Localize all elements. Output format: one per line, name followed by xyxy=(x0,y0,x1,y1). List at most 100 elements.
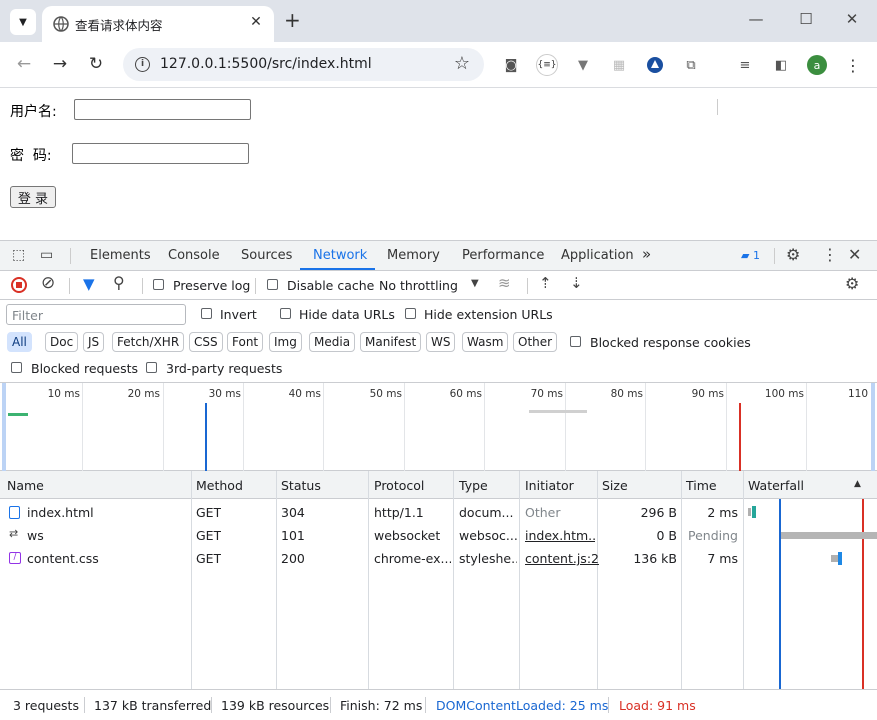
invert-checkbox[interactable] xyxy=(201,308,212,319)
chip-media[interactable]: Media xyxy=(309,332,356,352)
chip-other[interactable]: Other xyxy=(513,332,558,352)
finish-time: Finish: 72 ms xyxy=(340,698,423,713)
divider xyxy=(70,248,71,264)
password-input[interactable] xyxy=(72,143,249,164)
chip-all[interactable]: All xyxy=(7,332,32,352)
minimize-icon[interactable]: — xyxy=(744,10,768,28)
settings-gear-icon[interactable]: ⚙ xyxy=(786,245,800,264)
tab-sources[interactable]: Sources xyxy=(241,248,292,263)
network-settings-gear-icon[interactable]: ⚙ xyxy=(845,274,859,293)
bookmark-star-icon[interactable]: ☆ xyxy=(454,53,470,74)
column-method[interactable]: Method xyxy=(196,478,243,493)
json-extension-icon[interactable]: {≡} xyxy=(536,54,558,76)
chip-font[interactable]: Font xyxy=(227,332,264,352)
chip-wasm[interactable]: Wasm xyxy=(462,332,509,352)
filter-funnel-icon[interactable]: ▼ xyxy=(83,275,95,293)
overview-request-bar xyxy=(8,413,28,416)
document-icon xyxy=(9,506,20,519)
throttling-select[interactable]: No throttling xyxy=(379,278,458,293)
toolbar-divider xyxy=(717,99,718,115)
column-name[interactable]: Name xyxy=(7,478,44,493)
search-icon[interactable]: ⚲ xyxy=(113,273,125,292)
menu-kebab-icon[interactable]: ⋮ xyxy=(844,56,862,75)
blocked-requests-checkbox[interactable] xyxy=(11,362,22,373)
dom-content-loaded-marker xyxy=(205,403,207,471)
dropdown-arrow-icon[interactable]: ▼ xyxy=(471,278,479,289)
media-queue-icon[interactable]: ≡ xyxy=(736,56,754,74)
network-overview-timeline[interactable]: 10 ms 20 ms 30 ms 40 ms 50 ms 60 ms 70 m… xyxy=(0,383,877,471)
column-size[interactable]: Size xyxy=(602,478,628,493)
tab-network[interactable]: Network xyxy=(313,248,367,263)
reload-button[interactable]: ↻ xyxy=(85,54,107,74)
chip-doc[interactable]: Doc xyxy=(45,332,79,352)
tab-elements[interactable]: Elements xyxy=(90,248,151,263)
websocket-icon: ⇄ xyxy=(9,527,19,540)
camera-icon[interactable]: ◙ xyxy=(502,56,520,74)
column-protocol[interactable]: Protocol xyxy=(374,478,424,493)
inspect-element-icon[interactable]: ⬚ xyxy=(12,247,25,263)
overview-left-handle[interactable] xyxy=(2,383,6,471)
chip-manifest[interactable]: Manifest xyxy=(360,332,422,352)
table-row[interactable]: index.html GET 304 http/1.1 docum... Oth… xyxy=(0,501,877,524)
devtools-menu-icon[interactable]: ⋮ xyxy=(822,245,838,264)
column-type[interactable]: Type xyxy=(459,478,488,493)
issues-badge[interactable]: ▰ 1 xyxy=(741,249,760,262)
request-initiator-link[interactable]: content.js:2 xyxy=(525,551,599,566)
import-har-icon[interactable]: ⇡ xyxy=(539,274,552,292)
divider xyxy=(330,697,331,713)
tab-memory[interactable]: Memory xyxy=(387,248,440,263)
tab-application[interactable]: Application xyxy=(561,248,634,263)
wifi-conditions-icon[interactable]: ≋ xyxy=(498,274,511,292)
maximize-icon[interactable]: ☐ xyxy=(794,10,818,28)
request-initiator-link[interactable]: index.htm... xyxy=(525,528,595,543)
tab-console[interactable]: Console xyxy=(168,248,220,263)
column-status[interactable]: Status xyxy=(281,478,321,493)
extensions-puzzle-icon[interactable]: ⧉ xyxy=(682,56,700,74)
info-icon[interactable]: i xyxy=(135,57,150,72)
browser-tab[interactable]: 查看请求体内容 ✕ xyxy=(42,6,274,42)
export-har-icon[interactable]: ⇣ xyxy=(570,274,583,292)
chip-fetch-xhr[interactable]: Fetch/XHR xyxy=(112,332,185,352)
login-button[interactable]: 登 录 xyxy=(10,186,56,208)
blocked-response-cookies-checkbox[interactable] xyxy=(570,336,581,347)
third-party-checkbox[interactable] xyxy=(146,362,157,373)
column-time[interactable]: Time xyxy=(686,478,717,493)
column-waterfall[interactable]: Waterfall xyxy=(748,478,804,493)
more-tabs-icon[interactable]: » xyxy=(642,245,651,263)
tab-search-button[interactable]: ▼ xyxy=(10,9,36,35)
tab-performance[interactable]: Performance xyxy=(462,248,544,263)
forward-button[interactable]: → xyxy=(49,54,71,74)
close-window-icon[interactable]: ✕ xyxy=(840,10,864,28)
record-stop-icon[interactable] xyxy=(11,277,27,293)
username-input[interactable] xyxy=(74,99,251,120)
tick-line xyxy=(806,383,807,471)
address-bar[interactable]: i 127.0.0.1:5500/src/index.html ☆ xyxy=(123,48,484,81)
overview-right-handle[interactable] xyxy=(871,383,875,471)
vue-devtools-icon[interactable]: ▼ xyxy=(574,56,592,74)
close-devtools-icon[interactable]: ✕ xyxy=(848,245,861,264)
tick-line xyxy=(565,383,566,471)
hide-extension-urls-checkbox[interactable] xyxy=(405,308,416,319)
column-initiator[interactable]: Initiator xyxy=(525,478,574,493)
triangle-extension-icon[interactable] xyxy=(646,56,664,74)
tick-label: 110 xyxy=(847,388,868,400)
new-tab-button[interactable]: + xyxy=(284,10,301,30)
table-row[interactable]: ∕ content.css GET 200 chrome-ex... style… xyxy=(0,547,877,570)
disable-cache-checkbox[interactable] xyxy=(267,279,278,290)
clear-icon[interactable]: ⊘ xyxy=(41,273,55,293)
chip-css[interactable]: CSS xyxy=(189,332,223,352)
sort-ascending-icon[interactable]: ▲ xyxy=(854,479,861,489)
chip-js[interactable]: JS xyxy=(83,332,105,352)
chip-ws[interactable]: WS xyxy=(426,332,456,352)
device-toolbar-icon[interactable]: ▭ xyxy=(40,247,53,263)
table-row[interactable]: ⇄ ws GET 101 websocket websoc... index.h… xyxy=(0,524,877,547)
close-tab-icon[interactable]: ✕ xyxy=(246,12,266,32)
chip-img[interactable]: Img xyxy=(269,332,302,352)
preserve-log-checkbox[interactable] xyxy=(153,279,164,290)
side-panel-icon[interactable]: ◧ xyxy=(772,56,790,74)
grid-extension-icon[interactable]: ▦ xyxy=(610,56,628,74)
hide-data-urls-checkbox[interactable] xyxy=(280,308,291,319)
back-button[interactable]: ← xyxy=(13,54,35,74)
avatar[interactable]: a xyxy=(807,55,827,75)
filter-input[interactable]: Filter xyxy=(6,304,186,325)
